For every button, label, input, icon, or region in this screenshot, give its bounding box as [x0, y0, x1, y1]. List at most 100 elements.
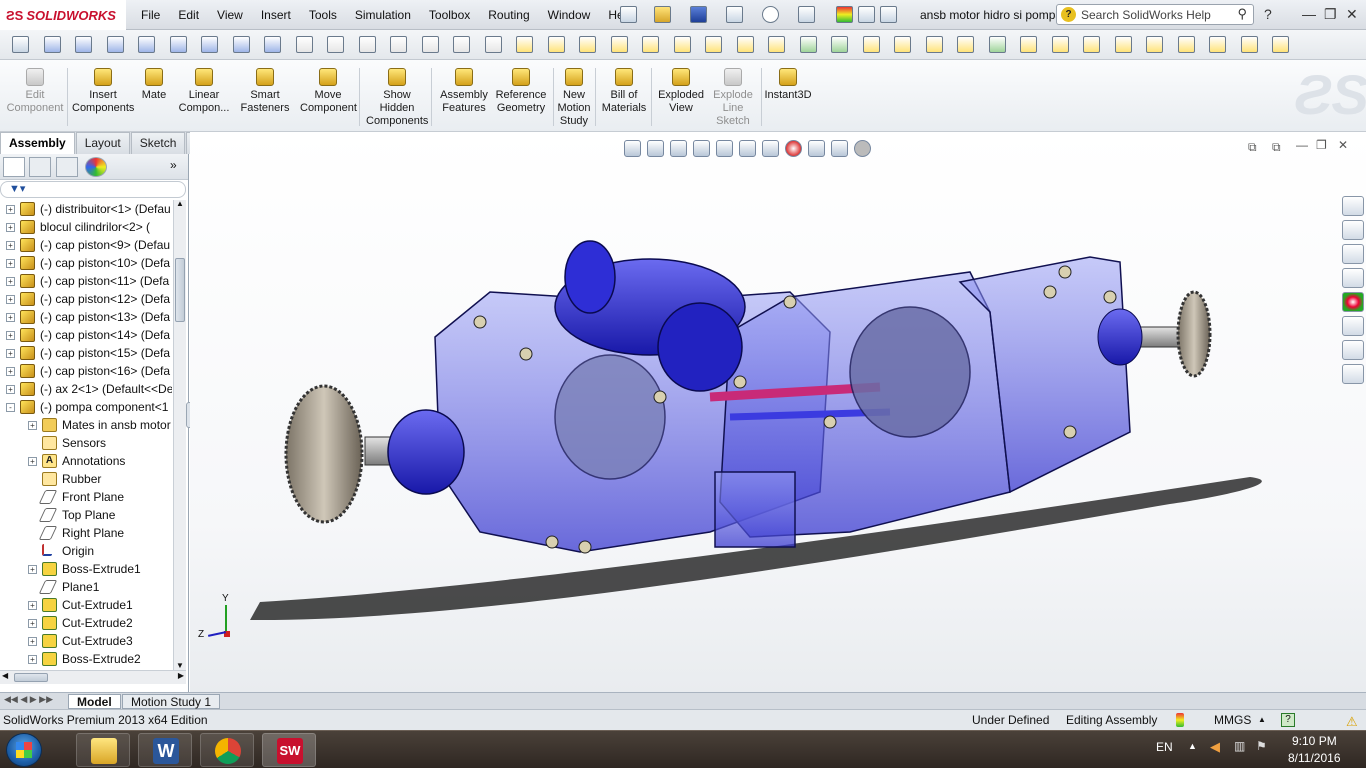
tree-item[interactable]: Rubber	[0, 470, 172, 488]
view-back-icon[interactable]	[201, 36, 218, 53]
view-settings-icon[interactable]	[831, 140, 848, 157]
tab-model[interactable]: Model	[68, 694, 121, 709]
hole-alignment-icon[interactable]	[1083, 36, 1100, 53]
viewport-restore-icon[interactable]: ❐	[1316, 138, 1327, 152]
graphics-area[interactable]: Y Z ƧS ⧉ ⧉ — ❐ ✕	[190, 63, 1366, 692]
replace-component-icon[interactable]	[988, 36, 1006, 53]
appearances-scenes-icon[interactable]	[1342, 292, 1364, 312]
taskbar-file-explorer[interactable]	[76, 733, 130, 767]
feature-manager-tab-icon[interactable]	[3, 157, 25, 177]
select-arrow-icon[interactable]	[798, 6, 815, 23]
expand-toggle-icon[interactable]: +	[6, 241, 15, 250]
ribbon-assembly-features-button[interactable]: Assembly Features	[438, 68, 490, 115]
assembly-visualization-icon[interactable]	[1114, 36, 1132, 53]
scroll-left-icon[interactable]: ◀	[2, 671, 8, 680]
expand-toggle-icon[interactable]: +	[28, 601, 37, 610]
tree-item[interactable]: + Cut-Extrude2	[0, 614, 172, 632]
ribbon-exploded-view-button[interactable]: Exploded View	[654, 68, 708, 115]
tree-item[interactable]: + (-) cap piston<14> (Defa	[0, 326, 172, 344]
menu-view[interactable]: View	[208, 7, 252, 23]
tree-item[interactable]: + (-) cap piston<13> (Defa	[0, 308, 172, 326]
view-palette-icon[interactable]	[1342, 268, 1364, 288]
view-orientation-icon[interactable]	[716, 140, 733, 157]
expand-toggle-icon[interactable]: +	[28, 421, 37, 430]
ribbon-reference-geometry-button[interactable]: Reference Geometry	[492, 68, 550, 115]
tree-filter-input[interactable]: ▼▾	[0, 181, 186, 198]
circle-icon[interactable]	[390, 36, 407, 53]
menu-routing[interactable]: Routing	[479, 7, 538, 23]
viewport-minimize-icon[interactable]: —	[1296, 138, 1308, 152]
tab-motion-study-1[interactable]: Motion Study 1	[122, 694, 221, 709]
mirror-icon[interactable]	[610, 36, 628, 53]
ribbon-linear-compon-button[interactable]: Linear Compon...	[176, 68, 232, 115]
smart-dimension-icon[interactable]	[327, 36, 344, 53]
tree-item[interactable]: - (-) pompa component<1	[0, 398, 172, 416]
view-right-icon[interactable]	[138, 36, 155, 53]
tree-item[interactable]: + (-) cap piston<10> (Defa	[0, 254, 172, 272]
assembly-model[interactable]	[190, 132, 1366, 692]
expand-toggle-icon[interactable]: +	[6, 367, 15, 376]
display-manager-tab-icon[interactable]	[85, 157, 107, 177]
tree-item[interactable]: + A Annotations	[0, 452, 172, 470]
linear-pattern-icon[interactable]	[642, 36, 659, 53]
ribbon-insert-components-button[interactable]: Insert Components	[72, 68, 134, 115]
explode-icon[interactable]	[894, 36, 911, 53]
tree-item[interactable]: + (-) cap piston<11> (Defa	[0, 272, 172, 290]
restore-icon[interactable]: ❐	[1324, 6, 1337, 23]
show-component-icon[interactable]	[831, 36, 848, 53]
tree-item[interactable]: Front Plane	[0, 488, 172, 506]
ribbon-smart-fasteners-button[interactable]: Smart Fasteners	[240, 68, 290, 115]
clock-time[interactable]: 9:10 PM	[1292, 734, 1337, 748]
units-selector[interactable]: MMGS	[1214, 710, 1251, 730]
save-icon[interactable]	[690, 6, 707, 23]
interference-icon[interactable]	[1020, 36, 1037, 53]
start-button[interactable]	[6, 733, 42, 767]
tab-assembly[interactable]: Assembly	[0, 132, 75, 154]
expand-toggle-icon[interactable]: +	[6, 385, 15, 394]
tab-sketch[interactable]: Sketch	[130, 132, 186, 154]
display-relations-icon[interactable]	[705, 36, 722, 53]
ribbon-mate-button[interactable]: Mate	[140, 68, 168, 102]
tree-item[interactable]: Sensors	[0, 434, 172, 452]
scrollbar-thumb[interactable]	[175, 258, 185, 322]
trim-icon[interactable]	[516, 36, 533, 53]
toolbox-icon[interactable]	[1342, 364, 1364, 384]
menu-toolbox[interactable]: Toolbox	[420, 7, 479, 23]
tree-item[interactable]: + Cut-Extrude1	[0, 596, 172, 614]
edit-appearance-icon[interactable]	[785, 140, 802, 157]
mate-ref-icon[interactable]	[768, 36, 785, 53]
show-hidden-icons[interactable]: ▲	[1188, 741, 1197, 751]
scroll-right-icon[interactable]: ▶	[178, 671, 184, 680]
action-center-icon[interactable]: ⚑	[1256, 739, 1267, 753]
tree-item[interactable]: + (-) cap piston<12> (Defa	[0, 290, 172, 308]
new-part-icon[interactable]	[957, 36, 974, 53]
ribbon-edit-component-button[interactable]: Edit Component	[6, 68, 64, 115]
tree-item[interactable]: + (-) cap piston<9> (Defau	[0, 236, 172, 254]
ribbon-explode-line-sketch-button[interactable]: Explode Line Sketch	[708, 68, 758, 128]
expand-panel-icon[interactable]: »	[170, 158, 177, 172]
tree-item[interactable]: Plane1	[0, 578, 172, 596]
tree-item[interactable]: + blocul cilindrilor<2> (	[0, 218, 172, 236]
expand-toggle-icon[interactable]: +	[6, 349, 15, 358]
help-menu-icon[interactable]: ?	[1264, 6, 1272, 22]
menu-window[interactable]: Window	[539, 7, 600, 23]
isolate-icon[interactable]	[1209, 36, 1226, 53]
custom-properties-icon[interactable]	[1342, 316, 1364, 336]
taskbar-chrome[interactable]	[200, 733, 254, 767]
rectangle-icon[interactable]	[484, 36, 502, 53]
component-mate-icon[interactable]	[736, 36, 754, 53]
taskbar-word[interactable]: W	[138, 733, 192, 767]
display-style-icon[interactable]	[739, 140, 756, 157]
hide-show-items-icon[interactable]	[762, 140, 779, 157]
large-assembly-icon[interactable]	[1146, 36, 1163, 53]
tree-item[interactable]: Top Plane	[0, 506, 172, 524]
solidworks-resources-icon[interactable]	[1342, 196, 1364, 216]
tab-nav-arrows[interactable]: ◀◀ ◀ ▶ ▶▶	[4, 694, 53, 705]
menu-file[interactable]: File	[132, 7, 169, 23]
viewport-close-icon[interactable]: ✕	[1338, 138, 1348, 152]
new-document-icon[interactable]	[620, 6, 637, 23]
menu-simulation[interactable]: Simulation	[346, 7, 420, 23]
clock-date[interactable]: 8/11/2016	[1288, 751, 1341, 765]
warning-icon[interactable]: ⚠	[1346, 712, 1358, 732]
expand-toggle-icon[interactable]: +	[6, 205, 15, 214]
